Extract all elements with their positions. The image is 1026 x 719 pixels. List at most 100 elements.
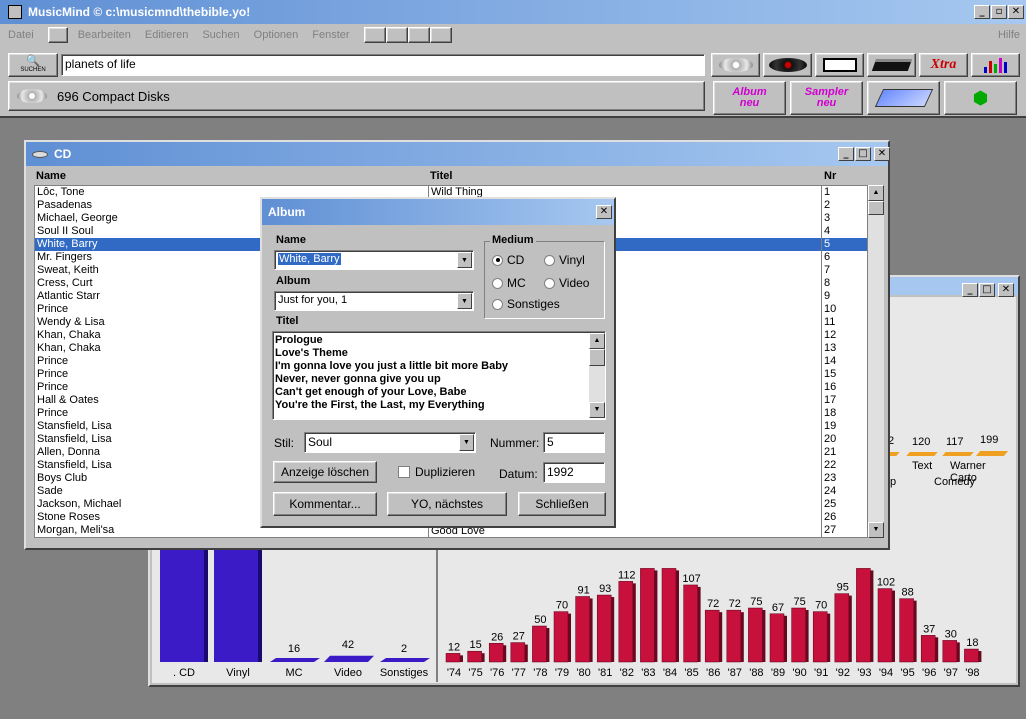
datum-field[interactable]: 1992 — [543, 462, 605, 483]
year-category-label: '85 — [684, 667, 698, 679]
list-item-number[interactable]: 14 — [822, 355, 867, 368]
nummer-field[interactable]: 5 — [543, 432, 605, 453]
list-item-number[interactable]: 8 — [822, 277, 867, 290]
year-bar — [596, 594, 612, 663]
scroll-thumb[interactable] — [589, 349, 605, 366]
column-header-name[interactable]: Name — [36, 170, 66, 182]
app-restore-button[interactable]: ▫ — [991, 5, 1007, 19]
column-header-nr[interactable]: Nr — [824, 170, 836, 182]
scroll-down-button[interactable]: ▼ — [589, 402, 605, 418]
medium-radio-vinyl[interactable]: Vinyl — [544, 253, 585, 267]
list-item-number[interactable]: 4 — [822, 225, 867, 238]
list-item-number[interactable]: 13 — [822, 342, 867, 355]
cd-maximize-button[interactable]: □ — [855, 147, 871, 161]
year-chart: 12 '74 15 '75 26 '76 27 '77 50 '78 70 '79 91 '80 93 '81… — [445, 568, 982, 679]
chevron-down-icon[interactable]: ▼ — [457, 252, 472, 268]
stats-maximize-button[interactable]: □ — [979, 283, 995, 297]
duplicate-checkbox[interactable]: Duplizieren — [398, 465, 475, 479]
year-value-label: 72 — [707, 598, 719, 610]
mc-view-button[interactable] — [815, 53, 864, 77]
menu-suchen[interactable]: Suchen — [202, 29, 239, 41]
album-label: Album — [276, 275, 311, 287]
album-combobox[interactable]: Just for you, 1 ▼ — [274, 291, 474, 311]
next-button[interactable]: YO, nächstes — [387, 492, 507, 516]
name-combobox[interactable]: White, Barry ▼ — [274, 250, 474, 270]
scroll-thumb[interactable] — [868, 201, 884, 215]
scroll-down-button[interactable]: ▼ — [868, 522, 884, 538]
list-item-number[interactable]: 27 — [822, 524, 867, 537]
list-item-number[interactable]: 12 — [822, 329, 867, 342]
window-close-all-button[interactable] — [429, 27, 452, 43]
menu-datei[interactable]: Datei — [8, 29, 34, 41]
tracklist-textarea[interactable]: Prologue Love's Theme I'm gonna love you j… — [272, 331, 606, 420]
search-input[interactable]: planets of life — [61, 54, 705, 76]
list-item-number[interactable]: 3 — [822, 212, 867, 225]
track-line: You're the First, the Last, my Everythin… — [275, 399, 485, 411]
menu-optionen[interactable]: Optionen — [254, 29, 299, 41]
app-close-button[interactable]: ✕ — [1008, 5, 1024, 19]
cd-icon — [32, 150, 48, 158]
list-item-number[interactable]: 24 — [822, 485, 867, 498]
cd-close-button[interactable]: ✕ — [874, 147, 890, 161]
video-view-button[interactable] — [867, 53, 916, 77]
list-item-number[interactable]: 18 — [822, 407, 867, 420]
xtra-button[interactable]: Xtra — [919, 53, 968, 77]
menu-icon-button[interactable] — [47, 27, 68, 43]
window-tile-button[interactable] — [363, 27, 386, 43]
cd-view-button[interactable] — [711, 53, 760, 77]
list-item-number[interactable]: 21 — [822, 446, 867, 459]
scroll-up-button[interactable]: ▲ — [868, 185, 884, 201]
menu-fenster[interactable]: Fenster — [312, 29, 349, 41]
list-item-number[interactable]: 26 — [822, 511, 867, 524]
album-new-button[interactable]: Album neu — [713, 81, 786, 115]
close-button[interactable]: Schließen — [518, 492, 606, 516]
list-item-number[interactable]: 20 — [822, 433, 867, 446]
medium-radio-sonstiges[interactable]: Sonstiges — [492, 297, 560, 311]
vinyl-view-button[interactable] — [763, 53, 812, 77]
list-item-number[interactable]: 5 — [822, 238, 867, 251]
search-button[interactable]: 🔍 SUCHEN — [8, 53, 58, 77]
list-item-number[interactable]: 7 — [822, 264, 867, 277]
list-item-number[interactable]: 15 — [822, 368, 867, 381]
list-item-number[interactable]: 9 — [822, 290, 867, 303]
column-header-titel[interactable]: Titel — [430, 170, 452, 182]
album-dialog-close-button[interactable]: ✕ — [596, 205, 612, 219]
list-item-number[interactable]: 28 — [822, 537, 868, 538]
chevron-down-icon[interactable]: ▼ — [457, 293, 472, 309]
stats-close-button[interactable]: ✕ — [998, 283, 1014, 297]
vinyl-icon — [768, 58, 807, 72]
window-cascade-button[interactable] — [385, 27, 408, 43]
statistics-button[interactable] — [971, 53, 1020, 77]
list-item-number[interactable]: 1 — [822, 186, 867, 199]
stats-minimize-button[interactable]: _ — [962, 283, 978, 297]
chevron-down-icon[interactable]: ▼ — [459, 434, 474, 451]
list-item-number[interactable]: 6 — [822, 251, 867, 264]
keyboard-button[interactable] — [867, 81, 940, 115]
cd-minimize-button[interactable]: _ — [838, 147, 854, 161]
menu-bearbeiten[interactable]: Bearbeiten — [78, 29, 131, 41]
list-item-number[interactable]: 11 — [822, 316, 867, 329]
list-item-number[interactable]: 16 — [822, 381, 867, 394]
network-button[interactable]: ⬢ — [944, 81, 1017, 115]
list-item-number[interactable]: 19 — [822, 420, 867, 433]
list-item-number[interactable]: 23 — [822, 472, 867, 485]
list-item-number[interactable]: 2 — [822, 199, 867, 212]
medium-radio-mc[interactable]: MC — [492, 276, 526, 290]
scroll-up-button[interactable]: ▲ — [589, 333, 605, 349]
list-item-number[interactable]: 25 — [822, 498, 867, 511]
stil-combobox[interactable]: Soul ▼ — [304, 432, 476, 453]
menu-editieren[interactable]: Editieren — [145, 29, 188, 41]
cd-list-scrollbar[interactable]: ▲ ▼ — [868, 185, 884, 538]
list-item-number[interactable]: 10 — [822, 303, 867, 316]
window-arrange-button[interactable] — [407, 27, 430, 43]
sampler-new-button[interactable]: Sampler neu — [790, 81, 863, 115]
app-minimize-button[interactable]: _ — [974, 5, 990, 19]
comment-button[interactable]: Kommentar... — [273, 492, 377, 516]
medium-radio-video[interactable]: Video — [544, 276, 589, 290]
tracklist-scrollbar[interactable]: ▲ ▼ — [589, 333, 605, 418]
menu-hilfe[interactable]: Hilfe — [998, 29, 1020, 41]
list-item-number[interactable]: 17 — [822, 394, 867, 407]
clear-display-button[interactable]: Anzeige löschen — [273, 461, 377, 483]
list-item-number[interactable]: 22 — [822, 459, 867, 472]
medium-radio-cd[interactable]: CD — [492, 253, 524, 267]
